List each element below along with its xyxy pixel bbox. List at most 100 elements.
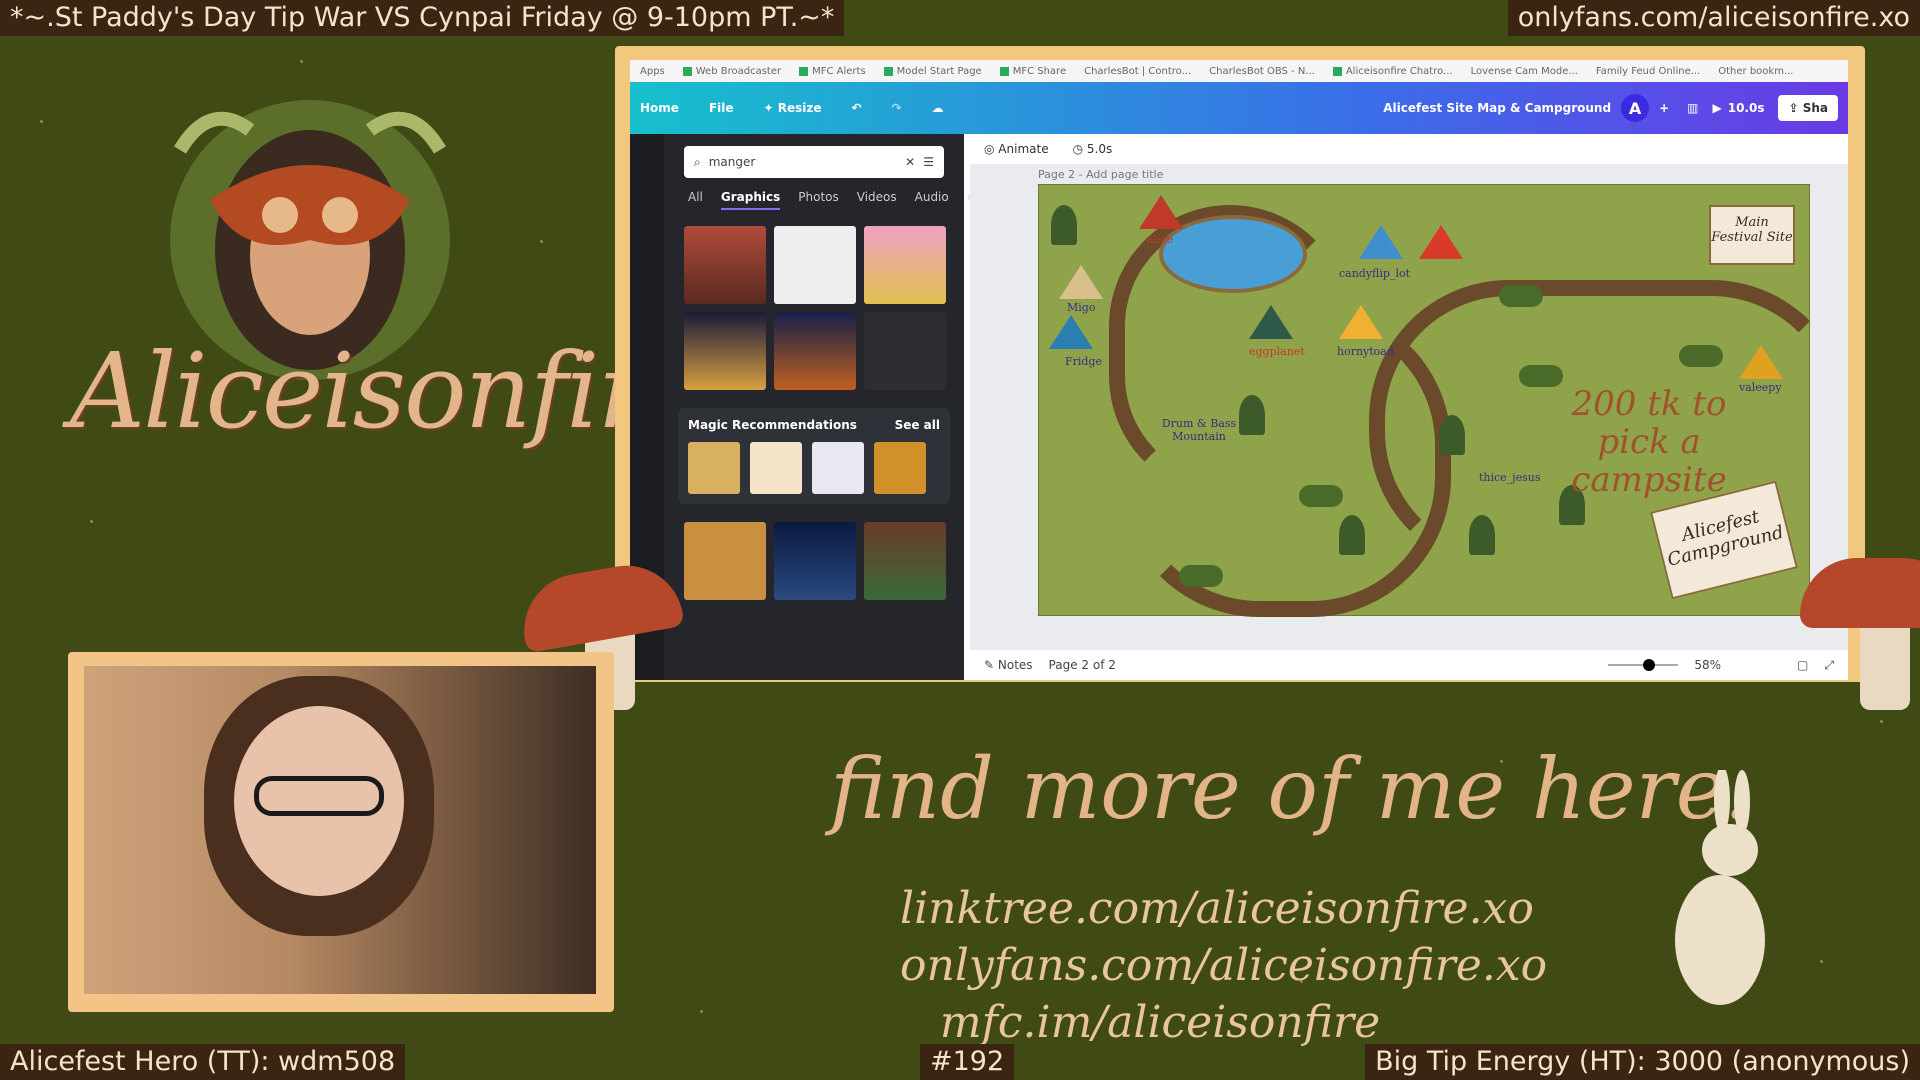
home-menu[interactable]: Home <box>640 101 679 115</box>
recommendation-thumb[interactable] <box>812 442 864 494</box>
recommendation-thumb[interactable] <box>874 442 926 494</box>
tent <box>1049 315 1093 349</box>
top-left-banner: *~.St Paddy's Day Tip War VS Cynpai Frid… <box>0 0 845 36</box>
fullscreen-icon[interactable]: ⤢ <box>1824 658 1834 673</box>
zoom-level[interactable]: 58% <box>1694 658 1721 672</box>
zoom-slider[interactable] <box>1608 659 1679 671</box>
canva-toolbar: Home File ✦ Resize ↶ ↷ ☁ Alicefest Site … <box>630 82 1848 134</box>
avatar[interactable]: A <box>1621 94 1650 122</box>
link-onlyfans: onlyfans.com/aliceisonfire.xo <box>900 940 1548 991</box>
graphics-grid <box>664 216 964 400</box>
bookmark[interactable]: MFC Share <box>999 66 1066 77</box>
graphic-thumb[interactable] <box>774 312 856 390</box>
map-label: Drum & Bass Mountain <box>1161 417 1237 443</box>
tab-graphics[interactable]: Graphics <box>720 190 781 210</box>
graphic-thumb[interactable] <box>864 522 946 600</box>
brand-logo-text: Aliceisonfire <box>70 330 707 452</box>
map-label: Migo <box>1067 301 1096 314</box>
map-label: Fridge <box>1065 355 1103 368</box>
cloud-save-icon[interactable]: ☁ <box>932 101 944 115</box>
page-view-icon[interactable]: ▢ <box>1797 658 1808 672</box>
tent <box>1249 305 1293 339</box>
bookmark[interactable]: Lovense Cam Mode... <box>1471 66 1578 77</box>
graphic-thumb[interactable] <box>774 522 856 600</box>
timing-button[interactable]: ◷ 5.0s <box>1073 142 1113 156</box>
filter-icon[interactable]: ☰ <box>923 155 934 169</box>
bottom-left-banner: Alicefest Hero (TT): wdm508 <box>0 1044 406 1080</box>
bookmark[interactable]: CharlesBot | Contro... <box>1084 66 1191 77</box>
elements-panel: ⌕ manger ✕ ☰ All Graphics Photos Videos … <box>664 134 972 680</box>
tent <box>1339 305 1383 339</box>
tent <box>1359 225 1403 259</box>
glasses <box>254 776 384 816</box>
page-title[interactable]: Page 2 - Add page title <box>970 164 1848 185</box>
graphic-thumb[interactable] <box>684 312 766 390</box>
bookmark[interactable]: Model Start Page <box>883 66 982 77</box>
insights-icon[interactable]: ▥ <box>1687 101 1698 115</box>
bookmark[interactable]: CharlesBot OBS - N... <box>1209 66 1315 77</box>
add-collaborator-icon[interactable]: + <box>1659 101 1669 115</box>
editor-footer: ✎ Notes Page 2 of 2 58% ▢ ⤢ <box>970 650 1848 680</box>
page-indicator[interactable]: Page 2 of 2 <box>1049 658 1116 672</box>
bookmark[interactable]: Web Broadcaster <box>682 66 781 77</box>
tab-photos[interactable]: Photos <box>798 190 838 210</box>
bookmarks-bar: Apps Web Broadcaster MFC Alerts Model St… <box>630 60 1848 82</box>
tree <box>1439 415 1465 455</box>
map-label: eggplanet <box>1249 345 1305 358</box>
graphic-thumb[interactable] <box>864 226 946 304</box>
bookmark[interactable]: MFC Alerts <box>799 66 866 77</box>
resize-button[interactable]: ✦ Resize <box>764 101 822 115</box>
tree <box>1469 515 1495 555</box>
tab-videos[interactable]: Videos <box>857 190 897 210</box>
bookmark[interactable]: Aliceisonfire Chatro... <box>1332 66 1453 77</box>
search-value: manger <box>708 155 756 169</box>
magic-title: Magic Recommendations <box>688 418 857 432</box>
bookmark[interactable]: Family Feud Online... <box>1596 66 1700 77</box>
link-linktree: linktree.com/aliceisonfire.xo <box>900 883 1534 934</box>
recommendation-thumb[interactable] <box>688 442 740 494</box>
find-me-heading: find more of me here: <box>830 740 1754 838</box>
tent <box>1139 195 1183 229</box>
animate-button[interactable]: ◎ Animate <box>984 142 1049 156</box>
canva-window: Apps Web Broadcaster MFC Alerts Model St… <box>630 60 1848 680</box>
tent <box>1419 225 1463 259</box>
redo-icon[interactable]: ↷ <box>892 101 902 115</box>
file-menu[interactable]: File <box>709 101 734 115</box>
zoom-slider-knob[interactable] <box>1642 659 1655 671</box>
see-all-link[interactable]: See all <box>895 418 940 432</box>
tab-audio[interactable]: Audio <box>915 190 949 210</box>
graphic-thumb[interactable] <box>684 226 766 304</box>
graphic-thumb[interactable] <box>864 312 946 390</box>
present-button[interactable]: ▶ 10.0s <box>1712 101 1764 115</box>
graphic-thumb[interactable] <box>774 226 856 304</box>
tent <box>1059 265 1103 299</box>
map-label: alice <box>1147 233 1174 246</box>
search-icon: ⌕ <box>694 154 701 169</box>
tab-all[interactable]: All <box>688 190 703 210</box>
clear-icon[interactable]: ✕ <box>905 155 915 169</box>
recommendation-thumb[interactable] <box>750 442 802 494</box>
notes-button[interactable]: ✎ Notes <box>984 658 1033 672</box>
campground-map[interactable]: alice candyflip_lot Migo Fridge eggplane… <box>1038 184 1848 617</box>
graphic-thumb[interactable] <box>684 522 766 600</box>
document-title[interactable]: Alicefest Site Map & Campground <box>1383 101 1611 115</box>
episode-number: #192 <box>920 1044 1015 1080</box>
main-festival-sign: Main Festival Site <box>1709 205 1795 265</box>
undo-icon[interactable]: ↶ <box>852 101 862 115</box>
bookmark[interactable]: Apps <box>640 66 665 77</box>
bottom-right-banner: Big Tip Energy (HT): 3000 (anonymous) <box>1365 1044 1920 1080</box>
magic-recommendations: Magic Recommendations See all <box>678 408 950 504</box>
panel-tabs: All Graphics Photos Videos Audio › <box>664 178 972 216</box>
webcam-feed <box>84 666 596 994</box>
link-mfc: mfc.im/aliceisonfire <box>939 997 1381 1048</box>
share-button[interactable]: ⇪ Sha <box>1778 95 1838 121</box>
top-right-banner: onlyfans.com/aliceisonfire.xo <box>1507 0 1920 36</box>
bunny-illustration <box>1675 770 1765 1005</box>
bush <box>1679 345 1723 367</box>
tree <box>1051 205 1077 245</box>
map-label: hornytoad <box>1337 345 1394 358</box>
search-input[interactable]: ⌕ manger ✕ ☰ <box>684 146 944 178</box>
map-label: thice_jesus <box>1479 471 1541 484</box>
bush <box>1519 365 1563 387</box>
bookmark[interactable]: Other bookm... <box>1718 66 1793 77</box>
